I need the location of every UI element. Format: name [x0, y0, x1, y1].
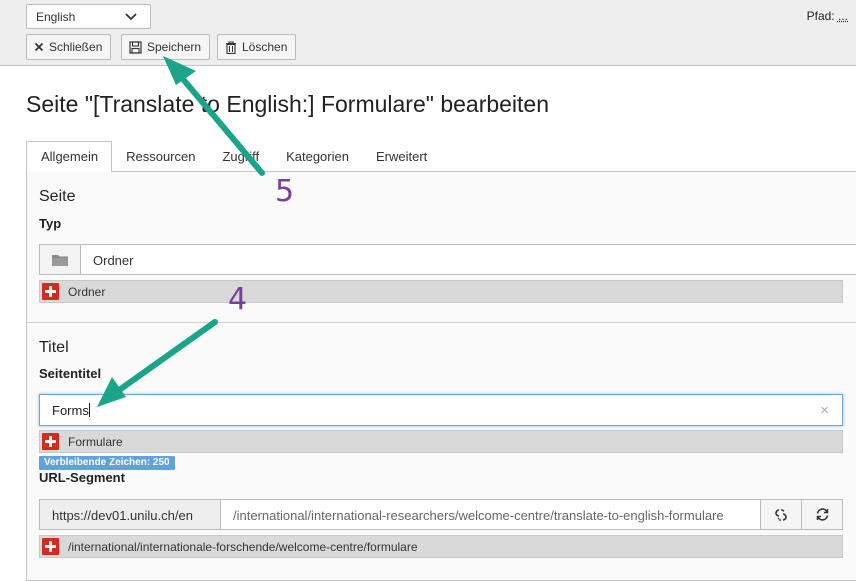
- refresh-icon: [816, 508, 828, 521]
- swiss-flag-icon: [42, 538, 59, 555]
- language-select[interactable]: English: [26, 4, 151, 29]
- url-segment-input[interactable]: /international/international-researchers…: [221, 499, 761, 530]
- page-title: Seite "[Translate to English:] Formulare…: [26, 91, 550, 117]
- path-label: Pfad:: [806, 9, 835, 23]
- refresh-button[interactable]: [802, 499, 843, 530]
- page-path: Pfad: ...: [807, 9, 848, 23]
- tab-bar: Allgemein Ressourcen Zugriff Kategorien …: [26, 141, 440, 172]
- typ-select[interactable]: Ordner: [39, 244, 856, 275]
- tab-kategorien[interactable]: Kategorien: [272, 141, 362, 171]
- close-button-label: Schließen: [49, 40, 103, 54]
- typ-select-value: Ordner: [93, 253, 134, 268]
- save-button-label: Speichern: [147, 40, 202, 54]
- typ-original-text: Ordner: [68, 284, 106, 299]
- clear-icon[interactable]: ×: [820, 402, 829, 419]
- remaining-chars-badge: Verbleibende Zeichen: 250: [39, 456, 175, 470]
- unlink-button[interactable]: [761, 499, 802, 530]
- url-original-value: /international/internationale-forschende…: [39, 535, 843, 558]
- tab-erweitert[interactable]: Erweitert: [362, 141, 440, 171]
- text-caret: [88, 403, 90, 417]
- save-button[interactable]: Speichern: [121, 34, 211, 60]
- unlink-icon: [775, 508, 787, 521]
- seitentitel-original-value: Formulare: [39, 430, 843, 453]
- chevron-down-icon: [125, 13, 137, 21]
- tab-allgemein[interactable]: Allgemein: [26, 141, 113, 172]
- url-prefix: https://dev01.unilu.ch/en: [39, 499, 221, 530]
- path-value[interactable]: ...: [838, 9, 848, 23]
- seitentitel-original-text: Formulare: [68, 434, 123, 449]
- language-select-value: English: [36, 10, 76, 24]
- section-title-seite: Seite: [39, 188, 76, 205]
- save-icon: [129, 40, 142, 54]
- url-original-text: /international/internationale-forschende…: [68, 539, 418, 554]
- seitentitel-label: Seitentitel: [39, 366, 102, 381]
- delete-button[interactable]: Löschen: [217, 34, 297, 60]
- swiss-flag-icon: [42, 433, 59, 450]
- folder-icon: [40, 245, 81, 274]
- seitentitel-input[interactable]: Forms ×: [39, 394, 843, 426]
- annotation-number-5: 5: [275, 174, 295, 209]
- typ-label: Typ: [39, 216, 62, 231]
- typ-original-value: Ordner: [39, 280, 843, 303]
- url-segment-field: https://dev01.unilu.ch/en /international…: [39, 499, 843, 530]
- delete-button-label: Löschen: [242, 40, 288, 54]
- seitentitel-input-value: Forms: [52, 403, 89, 418]
- url-segment-label: URL-Segment: [39, 470, 125, 485]
- annotation-number-4: 4: [228, 282, 248, 317]
- close-icon: [34, 42, 44, 52]
- section-title-titel: Titel: [39, 339, 69, 356]
- section-divider: [27, 322, 856, 323]
- trash-icon: [226, 40, 236, 54]
- top-toolbar: English Pfad: ... Schließen Speichern Lö…: [0, 0, 856, 66]
- close-button[interactable]: Schließen: [26, 34, 112, 60]
- tab-ressourcen[interactable]: Ressourcen: [112, 141, 208, 171]
- swiss-flag-icon: [42, 283, 59, 300]
- tab-zugriff[interactable]: Zugriff: [208, 141, 272, 171]
